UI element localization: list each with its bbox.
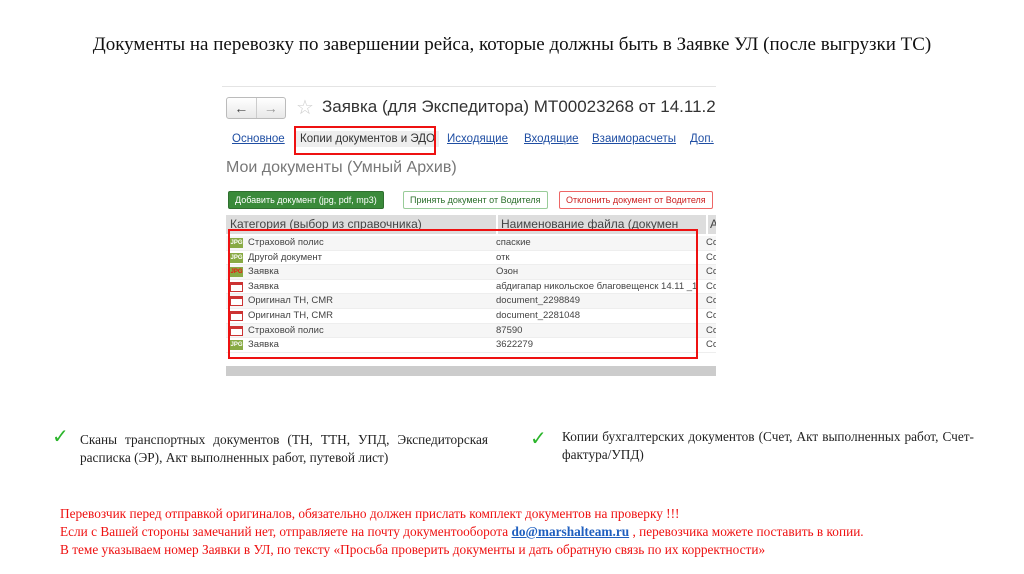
slide-title: Документы на перевозку по завершении рей… <box>92 34 932 55</box>
add-document-button[interactable]: Добавить документ (jpg, pdf, mp3) <box>228 191 384 209</box>
cell-col3: Со <box>706 339 716 351</box>
warning-line-2: Если с Вашей стороны замечаний нет, отпр… <box>60 523 864 541</box>
app-screenshot: ← → ☆ Заявка (для Экспедитора) МТ0002326… <box>222 86 716 376</box>
email-link[interactable]: do@marshalteam.ru <box>511 524 629 539</box>
warning-line-3: В теме указываем номер Заявки в УЛ, по т… <box>60 542 766 557</box>
accept-document-button[interactable]: Принять документ от Водителя <box>403 191 548 209</box>
cell-col3: Со <box>706 295 716 307</box>
highlight-tab <box>294 126 436 155</box>
checkmark-icon: ✓ <box>52 424 69 448</box>
back-button[interactable]: ← <box>227 98 256 118</box>
warning-line-2-end: , перевозчика можете поставить в копии. <box>629 524 864 539</box>
cell-col3: Со <box>706 237 716 248</box>
left-item-text: Сканы транспортных документов (ТН, ТТН, … <box>80 432 488 465</box>
warning-line-2-start: Если с Вашей стороны замечаний нет, отпр… <box>60 524 512 539</box>
star-icon[interactable]: ☆ <box>296 95 314 120</box>
warning-text: Перевозчик перед отправкой оригиналов, о… <box>60 505 864 559</box>
forward-button[interactable]: → <box>255 98 286 118</box>
window-title: Заявка (для Экспедитора) МТ00023268 от 1… <box>322 97 716 116</box>
tab-additional[interactable]: Доп. <box>690 133 714 145</box>
cell-col3: Со <box>706 266 716 278</box>
checkmark-icon: ✓ <box>530 426 547 450</box>
warning-line-1: Перевозчик перед отправкой оригиналов, о… <box>60 506 680 521</box>
reject-document-button[interactable]: Отклонить документ от Водителя <box>559 191 713 209</box>
tab-main[interactable]: Основное <box>232 133 285 145</box>
tab-incoming[interactable]: Входящие <box>524 133 579 145</box>
cell-col3: Со <box>706 251 716 263</box>
cell-col3: Со <box>706 324 716 336</box>
tab-settlements[interactable]: Взаиморасчеты <box>592 133 676 145</box>
highlight-table <box>228 229 698 359</box>
col-3[interactable]: А <box>706 215 716 234</box>
cell-col3: Со <box>706 309 716 321</box>
tab-outgoing[interactable]: Исходящие <box>447 133 508 145</box>
right-item-text: Копии бухгалтерских документов (Счет, Ак… <box>562 429 974 462</box>
nav-buttons: ← → <box>226 97 286 119</box>
section-title: Мои документы (Умный Архив) <box>226 159 457 176</box>
table-footer <box>226 366 716 376</box>
cell-col3: Со <box>706 280 716 292</box>
